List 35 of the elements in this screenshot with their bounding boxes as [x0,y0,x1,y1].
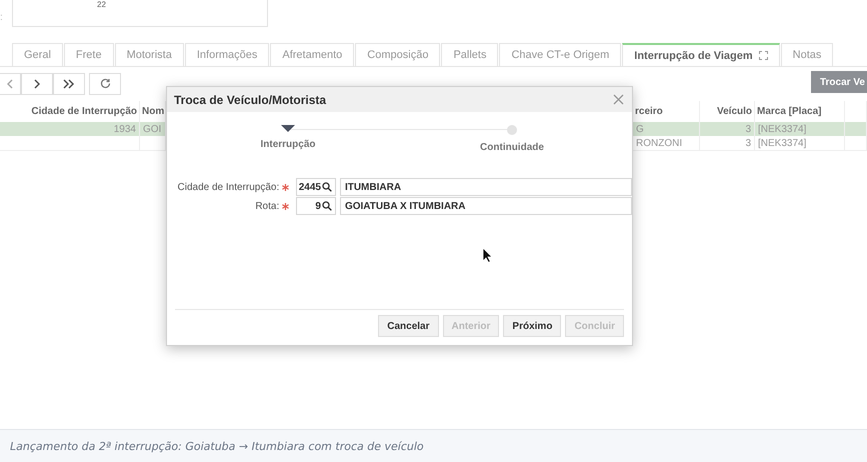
dialog-button[interactable]: Próximo [503,315,562,337]
search-icon[interactable] [322,201,332,211]
name-field[interactable]: GOIATUBA X ITUMBIARA [340,197,632,215]
tab[interactable]: Interrupção de Viagem [622,43,780,66]
double-chevron-icon [63,78,75,88]
name-field[interactable]: ITUMBIARA [340,178,632,196]
table-cell: 3 [700,136,755,151]
cursor-icon [482,247,493,263]
field-label: Cidade de Interrupção: [176,182,280,192]
field-label: : [0,12,3,23]
search-icon[interactable] [322,182,332,192]
expand-icon[interactable] [758,51,768,60]
chevron-left-icon [7,78,13,88]
dialog-button[interactable]: Cancelar [378,315,439,337]
step-label: Interrupção [260,139,316,150]
previous-button[interactable] [0,72,21,94]
table-cell: GOI [140,122,166,136]
field-label: Rota: [254,200,280,212]
refresh-icon [100,78,110,89]
step-label: Continuidade [480,142,544,153]
caption: Lançamento da 2ª interrupção: Goiatuba → Itumbiara com troca de veículo [0,429,867,462]
chevron-right-icon [34,78,40,88]
last-button[interactable] [53,72,85,94]
table-cell: [NEK3374] [755,136,845,151]
table-cell: 3 [700,122,755,136]
table-cell: G [633,122,700,136]
text-field[interactable]: 22 [12,0,268,27]
close-icon[interactable] [613,94,624,105]
table-cell: [NEK3374] [755,122,845,136]
refresh-button[interactable] [89,72,121,94]
swap-vehicle-button[interactable]: Trocar Ve [810,71,867,93]
table-cell: 1934 [0,122,140,136]
code-field[interactable]: 9 [296,197,336,215]
code-field[interactable]: 2445 [296,178,336,196]
dialog-title: Troca de Veículo/Motorista [174,92,326,106]
